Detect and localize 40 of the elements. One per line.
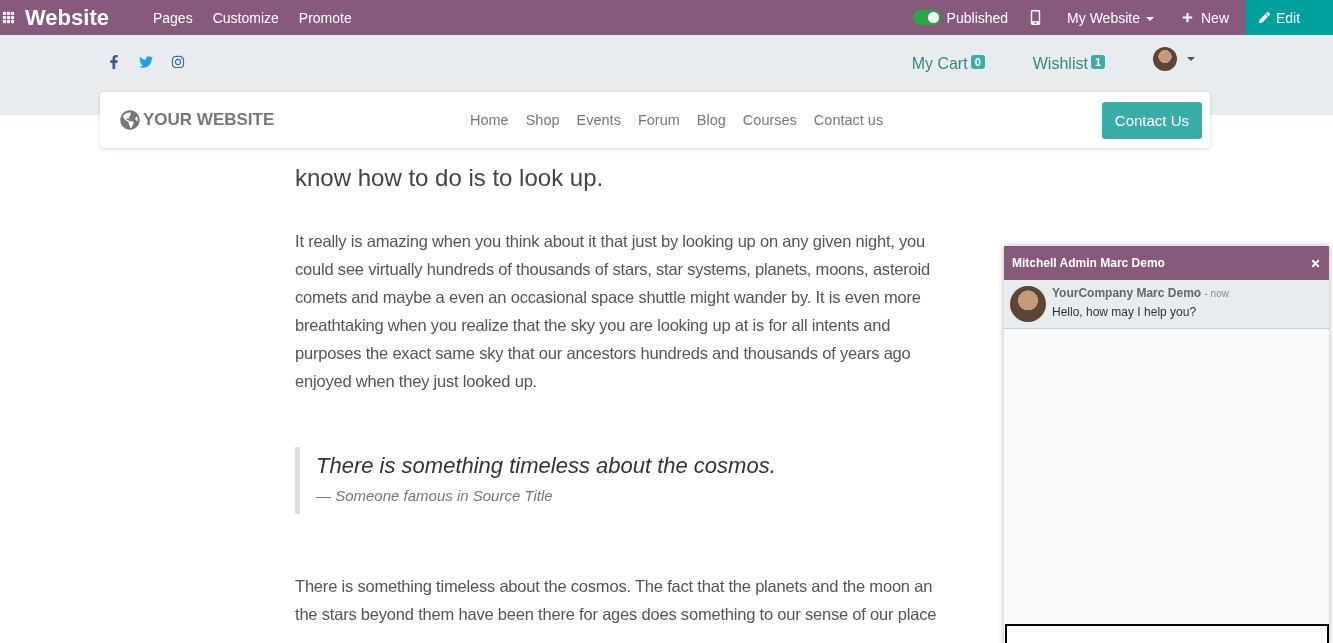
published-toggle[interactable] <box>912 10 941 25</box>
menu-item[interactable]: Customize <box>212 9 279 26</box>
edit-button[interactable]: Edit <box>1245 0 1333 35</box>
menu-item[interactable]: Promote <box>298 9 352 26</box>
nav-link[interactable]: Courses <box>742 112 797 128</box>
menu-item[interactable]: Pages <box>152 9 193 26</box>
quote-text: There is something timeless about the cosmos. <box>316 453 777 479</box>
avatar <box>1010 286 1046 322</box>
intro-text: know how to do is to look up. <box>295 163 604 193</box>
user-menu[interactable] <box>1153 47 1195 71</box>
facebook-icon[interactable] <box>107 55 121 69</box>
paragraph: There is something timeless about the cosmos. The fact that the planets and the moon an the stars beyond them have been there for ages does something to our sense of our place <box>295 576 937 625</box>
chat-title: Mitchell Admin Marc Demo <box>1012 256 1165 270</box>
apps-icon[interactable] <box>2 11 15 24</box>
nav-link[interactable]: Forum <box>637 112 680 128</box>
nav-link[interactable]: Blog <box>696 112 726 128</box>
paragraph: It really is amazing when you think about it that just by looking up on any given night, you could see virtually hundreds of thousands of stars, star systems, planets, moons, asteroid comets and maybe a even an occasional space shuttle might wander by. It is even more breathtaking when you realize that the sky you are looking up at is for all intents and purposes the exact same sky that our ancestors hundreds and thousands of years ago enjoyed when they just looked up. <box>295 231 930 392</box>
site-logo[interactable]: YOUR WEBSITE <box>120 110 470 130</box>
plus-icon <box>1182 12 1193 23</box>
nav-link[interactable]: Contact us <box>813 112 884 128</box>
message-author: YourCompany Marc Demo <box>1052 286 1202 300</box>
wishlist-count: 1 <box>1090 55 1105 69</box>
wishlist-link[interactable]: Wishlist 1 <box>1032 55 1105 73</box>
cart-count: 0 <box>970 55 985 69</box>
message-time: - now <box>1204 288 1229 299</box>
instagram-icon[interactable] <box>171 55 185 69</box>
new-button[interactable]: New <box>1182 9 1229 26</box>
pencil-icon <box>1259 12 1270 23</box>
app-title: Website <box>25 4 109 31</box>
cart-link[interactable]: My Cart 0 <box>911 55 985 73</box>
contact-button[interactable]: Contact Us <box>1101 101 1202 139</box>
nav-link[interactable]: Shop <box>525 112 560 128</box>
nav-link[interactable]: Events <box>576 112 621 128</box>
website-dropdown[interactable]: My Website <box>1067 9 1154 26</box>
close-icon[interactable] <box>1310 257 1321 269</box>
message-text: Hello, how may I help you? <box>1052 305 1198 319</box>
quote-source: — Someone famous in Source Title <box>316 487 554 504</box>
published-label: Published <box>946 9 1009 26</box>
nav-link[interactable]: Home <box>470 112 509 128</box>
message-input[interactable] <box>1005 624 1329 643</box>
